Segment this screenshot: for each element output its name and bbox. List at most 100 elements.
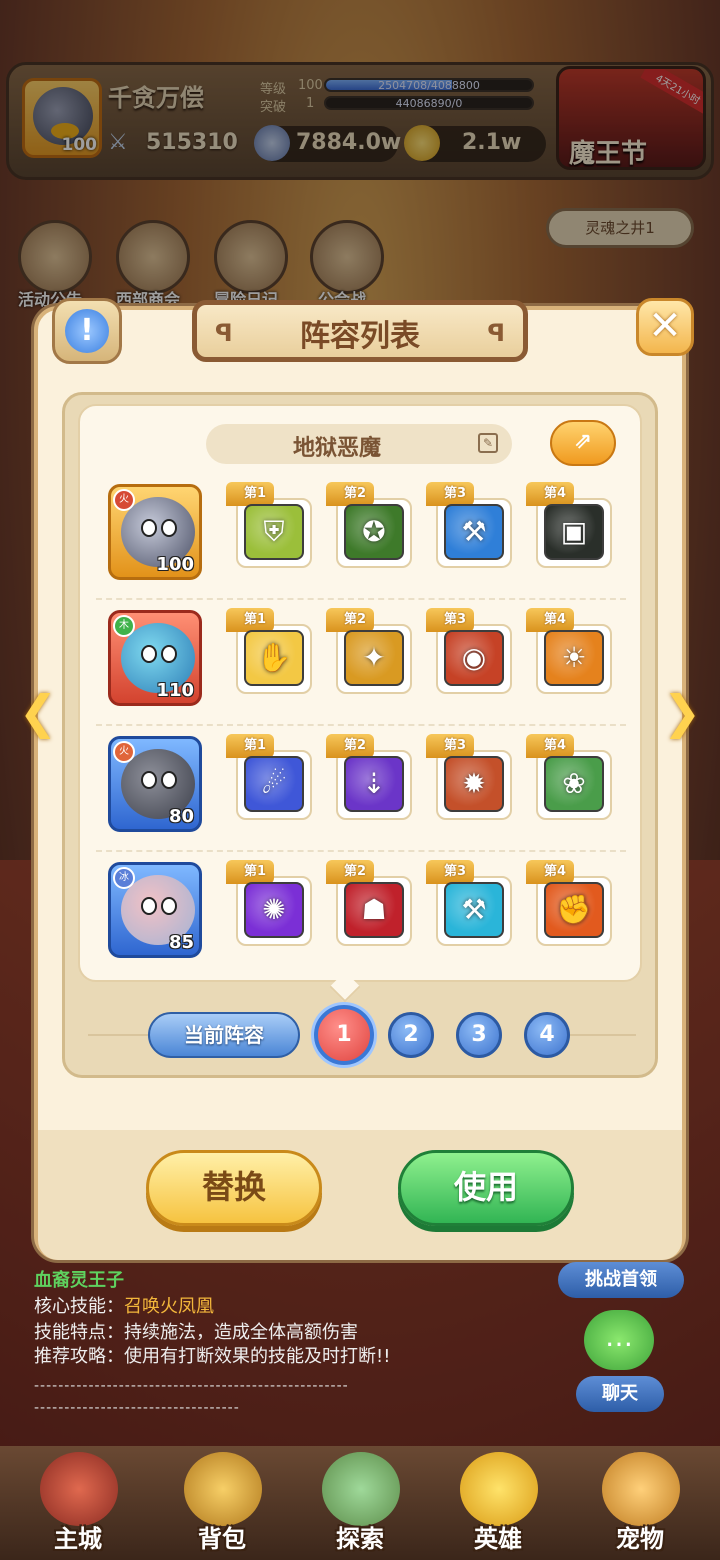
nav-bag-label: 背包 (198, 1525, 246, 1553)
skill-glyph: ⛨ (263, 515, 285, 548)
hero-portrait-4[interactable]: 冰 85 (108, 862, 202, 958)
gold-shield-icon[interactable]: ⛨ (244, 504, 304, 560)
use-button[interactable]: 使用 (398, 1150, 574, 1226)
skill-glyph: ⚒ (461, 893, 487, 926)
purple-rain-icon[interactable]: ⇣ (344, 756, 404, 812)
skill-order-tag: 第3 (426, 734, 475, 758)
hero-eye (141, 771, 157, 789)
nav-bag[interactable]: 背包 (162, 1446, 282, 1560)
hero-portrait-1[interactable]: 火 100 (108, 484, 202, 580)
eye-orb-icon[interactable]: ◉ (444, 630, 504, 686)
element-badge-icon: 火 (113, 741, 135, 763)
skill-order-tag: 第2 (326, 734, 375, 758)
panel-title: 阵容列表 (300, 319, 420, 354)
exclamation-icon: ! (65, 309, 109, 353)
row-separator (96, 850, 626, 852)
skill-glyph: ✋ (256, 641, 292, 674)
red-mask-icon[interactable]: ☗ (344, 882, 404, 938)
skill-glyph: ☀ (561, 641, 587, 674)
backpack-icon (184, 1452, 262, 1526)
share-button[interactable]: ⇗ (550, 420, 616, 466)
boss-name: 血裔灵王子 (34, 1270, 124, 1291)
castle-icon (40, 1452, 118, 1526)
divider-dashes-1: ----------------------------------------… (34, 1378, 349, 1394)
frost-hammer-icon[interactable]: ⚒ (444, 882, 504, 938)
skill-order-tag: 第3 (426, 860, 475, 884)
hero-eye (141, 645, 157, 663)
row-separator (96, 598, 626, 600)
ice-axe-icon[interactable]: ⚒ (444, 504, 504, 560)
lineup-page-4[interactable]: 4 (524, 1012, 570, 1058)
skill-glyph: ⚒ (461, 515, 487, 548)
challenge-boss-button[interactable]: 挑战首领 (558, 1262, 684, 1298)
hero-level: 100 (156, 554, 194, 575)
hero-level: 110 (156, 680, 194, 701)
chat-bubble-icon[interactable]: … (584, 1310, 654, 1370)
share-icon: ⇗ (573, 429, 593, 454)
lineup-name-field[interactable]: 地狱恶魔 ✎ (206, 424, 512, 464)
nav-main-city-label: 主城 (54, 1525, 102, 1553)
deco-line-right (570, 1034, 636, 1036)
star-shield-icon[interactable]: ✪ (344, 504, 404, 560)
nav-hero[interactable]: 英雄 (438, 1446, 558, 1560)
core-skill-value: 召唤火凤凰 (124, 1296, 214, 1317)
map-scroll-icon (322, 1452, 400, 1526)
skill-order-tag: 第1 (226, 482, 275, 506)
skill-glyph: ✪ (362, 515, 386, 548)
puppet-hand-icon[interactable]: ✋ (244, 630, 304, 686)
hero-eye (141, 897, 157, 915)
nav-explore[interactable]: 探索 (300, 1446, 420, 1560)
skill-glyph: ✹ (462, 767, 486, 800)
hero-portrait-3[interactable]: 火 80 (108, 736, 202, 832)
skill-order-tag: 第4 (526, 608, 575, 632)
skill-order-tag: 第1 (226, 860, 275, 884)
hero-level: 85 (168, 932, 194, 953)
core-skill-line: 核心技能：召唤火凤凰 (34, 1292, 214, 1318)
prev-arrow-button[interactable]: ❮ (14, 686, 62, 738)
dark-cage-icon[interactable]: ▣ (544, 504, 604, 560)
next-arrow-button[interactable]: ❯ (658, 686, 706, 738)
info-button[interactable]: ! (52, 298, 122, 364)
lineup-page-1[interactable]: 1 (314, 1005, 374, 1065)
lineup-name: 地狱恶魔 (292, 436, 381, 461)
fire-fist-icon[interactable]: ✊ (544, 882, 604, 938)
skill-glyph: ◉ (461, 641, 487, 674)
element-badge-icon: 木 (113, 615, 135, 637)
nav-pet[interactable]: 宠物 (580, 1446, 700, 1560)
peach-plant-icon[interactable]: ❀ (544, 756, 604, 812)
skill-glyph: ✊ (556, 893, 592, 926)
lineup-page-2[interactable]: 2 (388, 1012, 434, 1058)
skill-glyph: ☗ (361, 893, 387, 926)
tree-demon-icon[interactable]: ✹ (444, 756, 504, 812)
nav-hero-label: 英雄 (474, 1525, 522, 1553)
skill-order-tag: 第4 (526, 734, 575, 758)
element-badge-icon: 冰 (113, 867, 135, 889)
gold-beast-icon[interactable]: ✦ (344, 630, 404, 686)
panel-footer-band (38, 1130, 682, 1260)
fire-dragon-icon[interactable]: ☀ (544, 630, 604, 686)
nav-main-city[interactable]: 主城 (18, 1446, 138, 1560)
arcane-circle-icon[interactable]: ✺ (244, 882, 304, 938)
hero-eye (161, 897, 177, 915)
hero-portrait-2[interactable]: 木 110 (108, 610, 202, 706)
nav-explore-label: 探索 (336, 1525, 384, 1553)
lineup-page-3[interactable]: 3 (456, 1012, 502, 1058)
strategy-line: 推荐攻略：使用有打断效果的技能及时打断!! (34, 1346, 391, 1367)
close-button[interactable]: ✕ (636, 298, 694, 356)
skill-glyph: ▣ (560, 515, 588, 548)
hero-face-icon (460, 1452, 538, 1526)
replace-button[interactable]: 替换 (146, 1150, 322, 1226)
hero-eye (161, 771, 177, 789)
skill-order-tag: 第2 (326, 482, 375, 506)
chat-button[interactable]: 聊天 (576, 1376, 664, 1412)
hero-eye (161, 519, 177, 537)
skill-glyph: ☄ (261, 767, 287, 800)
skill-order-tag: 第4 (526, 860, 575, 884)
skill-glyph: ❀ (562, 767, 586, 800)
edit-icon[interactable]: ✎ (478, 433, 498, 453)
skill-glyph: ⇣ (362, 767, 386, 800)
skill-glyph: ✦ (362, 641, 386, 674)
meteor-icon[interactable]: ☄ (244, 756, 304, 812)
current-lineup-button[interactable]: 当前阵容 (148, 1012, 300, 1058)
hero-level: 80 (168, 806, 194, 827)
